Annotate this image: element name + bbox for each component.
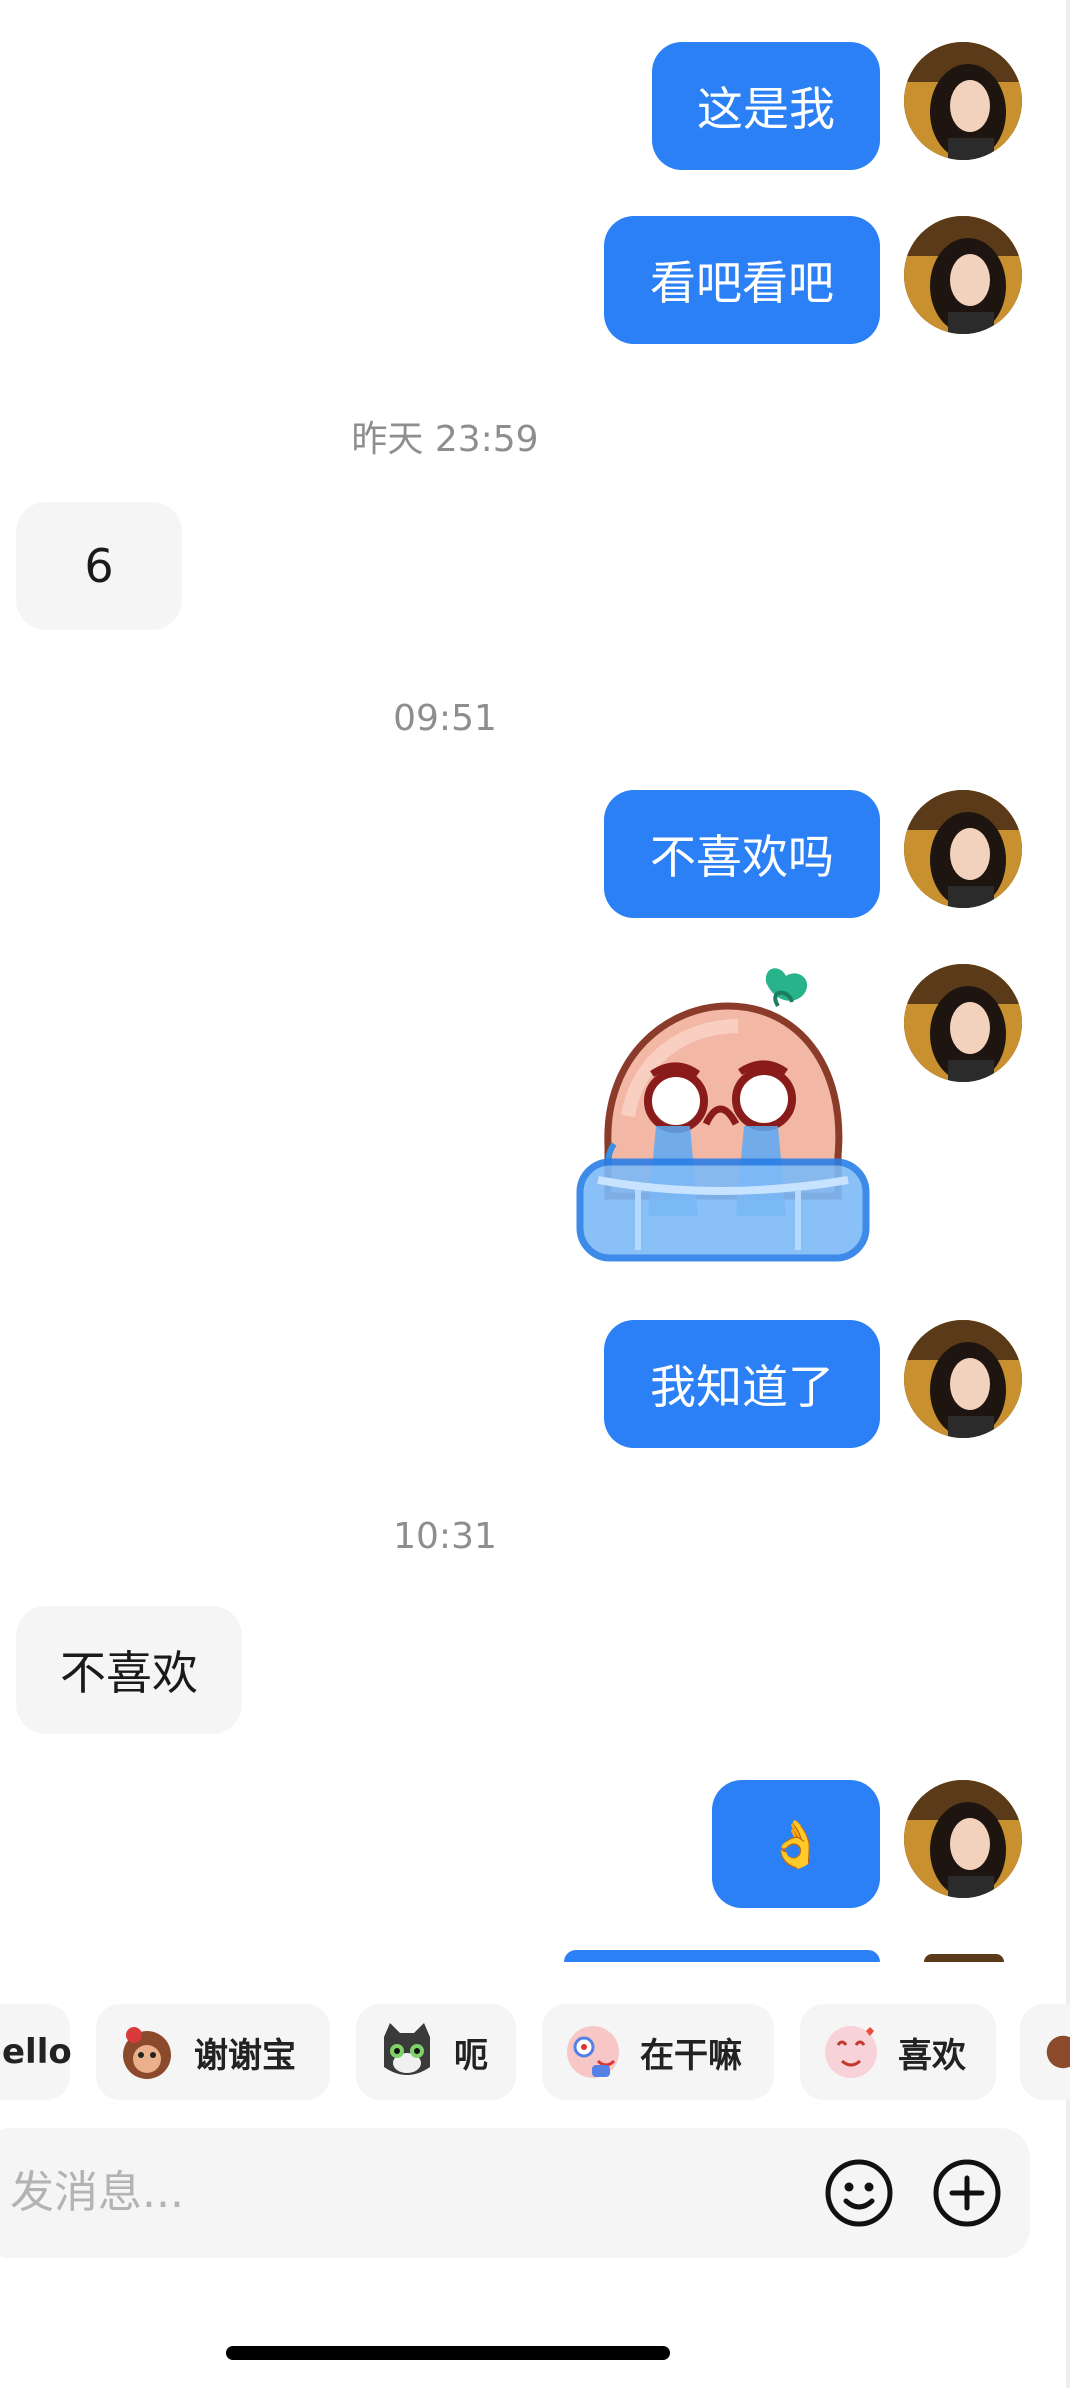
outgoing-message[interactable]: 这是我 (652, 42, 880, 170)
quick-reply-bar: ello 谢谢宝 呃 在干嘛 喜欢 (0, 2004, 1070, 2100)
quick-reply-label: 喜欢 (898, 2035, 966, 2076)
avatar[interactable] (904, 790, 1022, 908)
partial-avatar (924, 1954, 1004, 1962)
quick-reply-chip[interactable]: 在干嘛 (542, 2004, 774, 2100)
timestamp: 09:51 (393, 698, 497, 739)
monkey-icon (123, 2027, 171, 2079)
emoji-icon (1046, 2035, 1070, 2069)
quick-reply-chip[interactable]: 喜欢 (800, 2004, 996, 2100)
avatar[interactable] (904, 42, 1022, 160)
peeking-icon (567, 2026, 619, 2078)
smiley-icon[interactable] (824, 2158, 894, 2228)
cat-icon (384, 2023, 430, 2075)
outgoing-message[interactable]: 👌 (712, 1780, 880, 1908)
outgoing-message[interactable]: 我知道了 (604, 1320, 880, 1448)
message-composer: 发消息... (0, 2128, 1030, 2258)
incoming-message[interactable]: 不喜欢 (16, 1606, 242, 1734)
timestamp: 昨天 23:59 (351, 419, 539, 460)
outgoing-message[interactable]: 不喜欢吗 (604, 790, 880, 918)
quick-reply-label: ello (2, 2032, 72, 2072)
quick-reply-label: 呃 (454, 2035, 488, 2076)
quick-reply-label: 在干嘛 (640, 2035, 742, 2076)
avatar[interactable] (904, 964, 1022, 1082)
timestamp: 10:31 (393, 1516, 497, 1557)
avatar[interactable] (904, 1780, 1022, 1898)
chat-screen: 这是我 看吧看吧 昨天 23:59 6 09:51 不喜欢吗 我知道了 10:3… (0, 0, 1070, 2388)
crying-bun-sticker[interactable] (568, 966, 878, 1266)
quick-reply-chip[interactable]: 呃 (356, 2004, 516, 2100)
love-icon (825, 2026, 877, 2078)
avatar[interactable] (904, 1320, 1022, 1438)
quick-reply-chip[interactable]: ello (0, 2004, 72, 2100)
home-indicator[interactable] (226, 2346, 670, 2360)
quick-reply-chip[interactable] (1020, 2004, 1070, 2100)
plus-icon[interactable] (932, 2158, 1002, 2228)
quick-reply-label: 谢谢宝 (194, 2035, 296, 2076)
incoming-message[interactable]: 6 (16, 502, 182, 630)
avatar[interactable] (904, 216, 1022, 334)
message-input[interactable]: 发消息... (10, 2128, 184, 2258)
partial-message (564, 1950, 880, 1962)
outgoing-message[interactable]: 看吧看吧 (604, 216, 880, 344)
quick-reply-chip[interactable]: 谢谢宝 (96, 2004, 330, 2100)
